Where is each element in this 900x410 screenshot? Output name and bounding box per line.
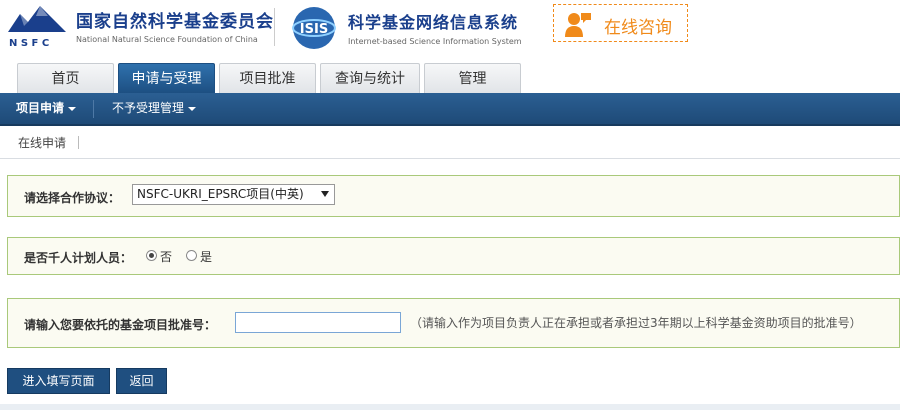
nsfc-logo-icon: N S F C xyxy=(8,6,66,49)
grant-number-label: 请输入您要依托的基金项目批准号： xyxy=(24,318,217,332)
nav-project-application-label: 项目申请 xyxy=(16,101,65,115)
talent-yes-label[interactable]: 是 xyxy=(200,248,212,265)
site-header: N S F C 国家自然科学基金委员会 National Natural Sci… xyxy=(0,0,900,56)
nsfc-abbrev: N S F C xyxy=(9,38,49,49)
nav-project-application[interactable]: 项目申请 xyxy=(16,93,77,124)
subnav-online-application[interactable]: 在线申请 xyxy=(18,134,66,151)
nsfc-name-cn: 国家自然科学基金委员会 xyxy=(76,12,274,32)
isis-name-cn: 科学基金网络信息系统 xyxy=(348,13,519,32)
tab-home[interactable]: 首页 xyxy=(17,63,114,93)
nav-rejection-management[interactable]: 不予受理管理 xyxy=(112,93,197,124)
footer-divider xyxy=(0,404,900,410)
grant-number-input[interactable] xyxy=(235,312,401,333)
protocol-select[interactable]: NSFC-UKRI_EPSRC项目(中英) xyxy=(132,184,335,205)
protocol-select-value: NSFC-UKRI_EPSRC项目(中英) xyxy=(137,187,304,201)
protocol-panel: 请选择合作协议： NSFC-UKRI_EPSRC项目(中英) xyxy=(7,175,900,217)
tab-application[interactable]: 申请与受理 xyxy=(118,63,215,93)
talent-plan-panel: 是否千人计划人员： 否 是 xyxy=(7,237,900,275)
dropdown-arrow-icon xyxy=(321,191,329,197)
secondary-nav: 项目申请 不予受理管理 xyxy=(0,93,900,126)
breadcrumb: 在线申请 xyxy=(0,126,900,159)
tab-approval[interactable]: 项目批准 xyxy=(219,63,316,93)
tab-query-statistics[interactable]: 查询与统计 xyxy=(320,63,420,93)
protocol-label: 请选择合作协议： xyxy=(24,191,121,205)
grant-number-hint: （请输入作为项目负责人正在承担或者承担过3年期以上科学基金资助项目的批准号） xyxy=(410,316,862,330)
nav-rejection-management-label: 不予受理管理 xyxy=(112,101,185,115)
subnav-divider xyxy=(78,136,79,149)
chevron-down-icon xyxy=(188,106,197,111)
back-button[interactable]: 返回 xyxy=(116,368,167,394)
isis-logo-icon: ISIS xyxy=(292,7,336,49)
talent-yes-radio[interactable] xyxy=(186,250,197,261)
tab-management[interactable]: 管理 xyxy=(424,63,521,93)
talent-plan-label: 是否千人计划人员： xyxy=(24,251,133,265)
enter-form-button[interactable]: 进入填写页面 xyxy=(7,368,110,394)
online-consult-label: 在线咨询 xyxy=(604,18,672,38)
nav-divider xyxy=(93,100,94,118)
isis-logo-text: ISIS xyxy=(300,22,328,37)
isis-title: 科学基金网络信息系统 Internet-based Science Inform… xyxy=(348,9,522,46)
nsfc-name-en: National Natural Science Foundation of C… xyxy=(76,35,258,44)
chat-person-icon xyxy=(565,13,591,37)
isis-name-en: Internet-based Science Information Syste… xyxy=(348,37,522,46)
talent-no-label[interactable]: 否 xyxy=(160,248,172,265)
header-divider xyxy=(274,8,275,46)
grant-number-panel: 请输入您要依托的基金项目批准号： （请输入作为项目负责人正在承担或者承担过3年期… xyxy=(7,298,900,348)
chevron-down-icon xyxy=(68,106,77,111)
online-consult-button[interactable]: 在线咨询 xyxy=(553,4,688,42)
talent-no-radio[interactable] xyxy=(146,250,157,261)
nsfc-title: 国家自然科学基金委员会 National Natural Science Fou… xyxy=(76,7,274,44)
